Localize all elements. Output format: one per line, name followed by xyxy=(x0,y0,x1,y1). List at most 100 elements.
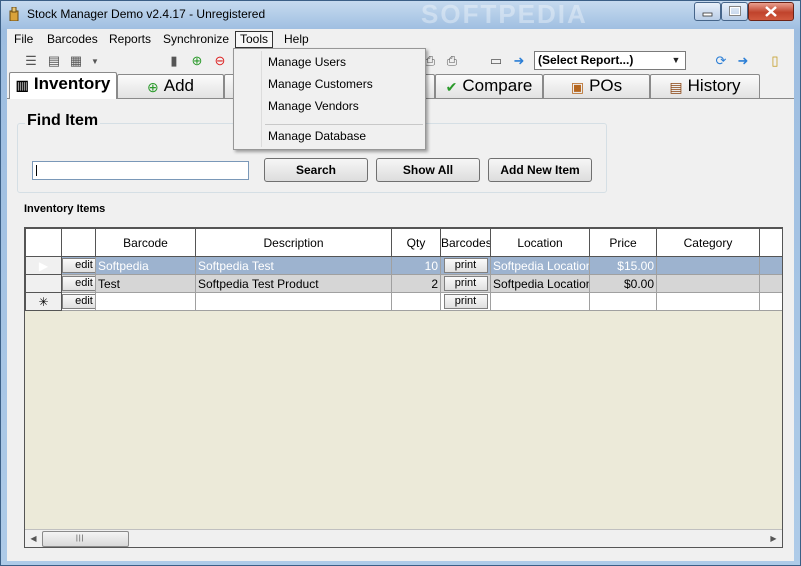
database-icon[interactable]: ▦ xyxy=(68,53,84,69)
plus-icon: ⊕ xyxy=(147,78,159,95)
price-cell[interactable]: $0.00 xyxy=(589,274,657,293)
header-row: Barcode Description Qty Barcodes Locatio… xyxy=(25,228,782,257)
price-cell[interactable]: $15.00 xyxy=(589,256,657,275)
table-row[interactable]: ▶ edit Softpedia Softpedia Test 10 print… xyxy=(25,256,782,275)
description-cell[interactable]: Softpedia Test xyxy=(195,256,392,275)
printer-icon[interactable]: ⎙ xyxy=(444,53,460,69)
description-cell[interactable]: Softpedia Test Product xyxy=(195,274,392,293)
qty-cell[interactable]: 10 xyxy=(391,256,441,275)
table-row[interactable]: edit Test Softpedia Test Product 2 print… xyxy=(25,274,782,293)
description-cell[interactable] xyxy=(195,292,392,311)
remove-icon[interactable]: ⊖ xyxy=(212,53,228,69)
scroll-left-icon[interactable]: ◀ xyxy=(25,530,42,547)
barcode-cell[interactable]: Softpedia xyxy=(95,256,196,275)
tab-pos[interactable]: ▣ POs xyxy=(543,74,650,98)
minimize-icon xyxy=(702,12,713,17)
inventory-items-label: Inventory Items xyxy=(24,203,106,215)
tab-compare[interactable]: ✔ Compare xyxy=(435,74,543,98)
location-cell[interactable]: Softpedia Location xyxy=(490,256,590,275)
menu-file[interactable]: File xyxy=(10,31,37,48)
category-cell[interactable] xyxy=(656,292,760,311)
close-icon xyxy=(765,6,777,17)
edit-cell: edit xyxy=(61,256,96,275)
print-button[interactable]: print xyxy=(443,258,488,273)
column-header-barcodes[interactable]: Barcodes xyxy=(440,228,491,257)
column-header-barcode[interactable]: Barcode xyxy=(95,228,196,257)
title-bar[interactable]: Stock Manager Demo v2.4.17 - Unregistere… xyxy=(1,0,800,29)
column-header-category[interactable]: Category xyxy=(656,228,760,257)
tab-label: Inventory xyxy=(33,74,111,93)
search-button[interactable]: Search xyxy=(264,158,368,182)
location-cell[interactable]: Softpedia Location xyxy=(490,274,590,293)
qty-cell[interactable]: 2 xyxy=(391,274,441,293)
tab-label: Add xyxy=(163,76,194,95)
add-icon[interactable]: ⊕ xyxy=(189,53,205,69)
edit-button[interactable]: edit xyxy=(62,294,95,309)
tools-menu-dropdown: Manage Users Manage Customers Manage Ven… xyxy=(233,48,426,150)
column-header-qty[interactable]: Qty xyxy=(391,228,441,257)
list-icon[interactable]: ☰ xyxy=(23,53,39,69)
inventory-grid[interactable]: Barcode Description Qty Barcodes Locatio… xyxy=(24,227,783,548)
scroll-right-icon[interactable]: ▶ xyxy=(765,530,782,547)
menu-tools[interactable]: Tools xyxy=(235,31,274,48)
menu-item-manage-customers[interactable]: Manage Customers xyxy=(268,77,373,91)
extra-cell[interactable] xyxy=(759,274,782,293)
print-button[interactable]: print xyxy=(443,276,488,291)
close-button[interactable] xyxy=(748,2,794,21)
add-record-icon[interactable]: ▤ xyxy=(46,53,62,69)
tab-label: History xyxy=(687,76,741,95)
location-cell[interactable] xyxy=(490,292,590,311)
new-row-selector[interactable]: ✳ xyxy=(25,292,62,311)
menu-item-manage-database[interactable]: Manage Database xyxy=(268,129,366,143)
forward-arrow-icon[interactable]: ➜ xyxy=(735,53,751,69)
maximize-button[interactable] xyxy=(721,2,748,21)
menu-help[interactable]: Help xyxy=(280,31,313,48)
add-new-item-button[interactable]: Add New Item xyxy=(488,158,592,182)
app-icon xyxy=(9,7,19,21)
dropdown-arrow-icon[interactable]: ▼ xyxy=(87,53,103,69)
inventory-table: Barcode Description Qty Barcodes Locatio… xyxy=(25,228,782,311)
edit-button[interactable]: edit xyxy=(62,276,95,291)
category-cell[interactable] xyxy=(656,274,760,293)
column-header-price[interactable]: Price xyxy=(589,228,657,257)
edit-button[interactable]: edit xyxy=(62,258,95,273)
print-button[interactable]: print xyxy=(443,294,488,309)
qty-cell[interactable] xyxy=(391,292,441,311)
tab-history[interactable]: ▤ History xyxy=(650,74,760,98)
menu-gutter xyxy=(261,51,262,147)
battery-icon[interactable]: ▯ xyxy=(767,53,783,69)
extra-cell[interactable] xyxy=(759,256,782,275)
column-header-location[interactable]: Location xyxy=(490,228,590,257)
text-caret xyxy=(36,165,37,176)
menu-reports[interactable]: Reports xyxy=(105,31,155,48)
extra-cell[interactable] xyxy=(759,292,782,311)
search-input[interactable] xyxy=(32,161,249,180)
price-cell[interactable] xyxy=(589,292,657,311)
minimize-button[interactable] xyxy=(694,2,721,21)
horizontal-scrollbar[interactable]: ◀ ||| ▶ xyxy=(25,529,782,547)
category-cell[interactable] xyxy=(656,256,760,275)
print-cell: print xyxy=(440,292,491,311)
row-selector[interactable]: ▶ xyxy=(25,256,62,275)
sync-icon[interactable]: ⟳ xyxy=(713,53,729,69)
go-arrow-icon[interactable]: ➜ xyxy=(511,53,527,69)
column-header-extra xyxy=(759,228,782,257)
report-icon[interactable]: ▭ xyxy=(488,53,504,69)
print-cell: print xyxy=(440,274,491,293)
menu-item-manage-vendors[interactable]: Manage Vendors xyxy=(268,99,359,113)
barcode-icon: ▥ xyxy=(15,76,29,93)
new-row[interactable]: ✳ edit print xyxy=(25,292,782,311)
report-select[interactable]: (Select Report...) ▼ xyxy=(534,51,686,70)
scroll-thumb[interactable]: ||| xyxy=(42,531,129,547)
barcode-cell[interactable] xyxy=(95,292,196,311)
column-header-description[interactable]: Description xyxy=(195,228,392,257)
row-selector[interactable] xyxy=(25,274,62,293)
show-all-button[interactable]: Show All xyxy=(376,158,480,182)
tab-add[interactable]: ⊕ Add xyxy=(117,74,224,98)
menu-item-manage-users[interactable]: Manage Users xyxy=(268,55,346,69)
tab-inventory[interactable]: ▥ Inventory xyxy=(9,72,117,99)
menu-synchronize[interactable]: Synchronize xyxy=(159,31,233,48)
barcode-icon[interactable]: ▮ xyxy=(166,53,182,69)
barcode-cell[interactable]: Test xyxy=(95,274,196,293)
menu-barcodes[interactable]: Barcodes xyxy=(43,31,102,48)
